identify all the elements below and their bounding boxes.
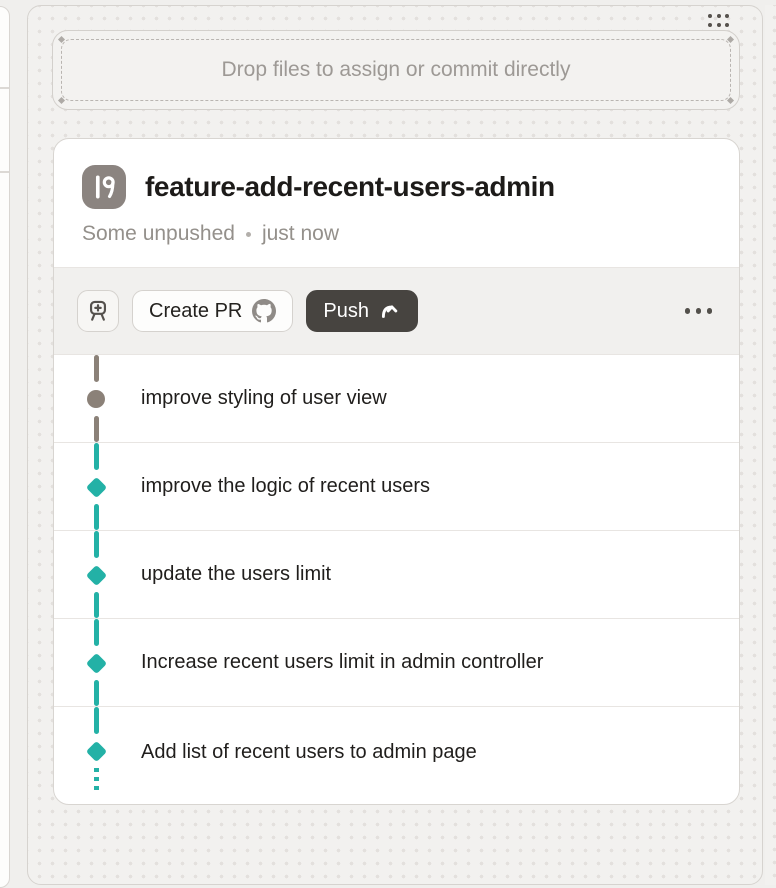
commit-marker (85, 652, 106, 673)
dropzone-corner-marker (727, 36, 734, 43)
dropzone-corner-marker (58, 97, 65, 104)
timeline-line (94, 619, 99, 646)
timeline-line (94, 355, 99, 382)
arrow-up-curved-icon (379, 300, 401, 322)
dropzone-label: Drop files to assign or commit directly (222, 58, 571, 82)
lane-drag-handle-icon[interactable] (708, 14, 729, 27)
commit-row[interactable]: improve styling of user view (54, 355, 739, 443)
commit-marker (87, 390, 105, 408)
timeline-line (94, 680, 99, 706)
commit-list: improve styling of user view improve the… (54, 355, 739, 797)
workspace: Drop files to assign or commit directly … (0, 0, 776, 864)
commit-row[interactable]: update the users limit (54, 531, 739, 619)
commit-marker (85, 740, 106, 761)
branch-last-commit-time: just now (262, 222, 339, 246)
divider (0, 171, 9, 173)
commit-message: Add list of recent users to admin page (141, 741, 477, 764)
timeline-line (94, 416, 99, 442)
branch-name[interactable]: feature-add-recent-users-admin (145, 171, 555, 203)
timeline-line (94, 443, 99, 470)
status-separator-dot (246, 232, 251, 237)
file-dropzone-dashed-area: Drop files to assign or commit directly (61, 39, 731, 101)
github-icon (252, 299, 276, 323)
adjacent-panel-edge (0, 6, 10, 888)
branch-status: Some unpushed (82, 222, 235, 246)
next-lane-edge (765, 5, 776, 885)
commit-row[interactable]: Add list of recent users to admin page (54, 707, 739, 797)
timeline-line (94, 768, 99, 791)
new-dependent-branch-button[interactable] (77, 290, 119, 332)
push-button[interactable]: Push (306, 290, 418, 332)
commit-message: update the users limit (141, 563, 331, 586)
timeline-line (94, 531, 99, 558)
create-pr-button[interactable]: Create PR (132, 290, 293, 332)
commit-message: Increase recent users limit in admin con… (141, 651, 543, 674)
dropzone-corner-marker (58, 36, 65, 43)
branch-menu-button[interactable] (681, 300, 717, 322)
commit-marker (85, 564, 106, 585)
create-pr-label: Create PR (149, 300, 242, 323)
file-dropzone[interactable]: Drop files to assign or commit directly (52, 30, 740, 110)
commit-message: improve styling of user view (141, 387, 387, 410)
branch-add-icon (85, 298, 111, 324)
timeline-line (94, 592, 99, 618)
timeline-line (94, 707, 99, 734)
branch-card-header: feature-add-recent-users-admin Some unpu… (54, 139, 739, 246)
commit-row[interactable]: Increase recent users limit in admin con… (54, 619, 739, 707)
commit-marker (85, 476, 106, 497)
timeline-line (94, 504, 99, 530)
branch-icon (82, 165, 126, 209)
divider (0, 87, 9, 89)
commit-message: improve the logic of recent users (141, 475, 430, 498)
dropzone-corner-marker (727, 97, 734, 104)
branch-toolbar: Create PR Push (54, 267, 739, 355)
branch-card: feature-add-recent-users-admin Some unpu… (53, 138, 740, 805)
commit-row[interactable]: improve the logic of recent users (54, 443, 739, 531)
push-label: Push (323, 300, 369, 323)
